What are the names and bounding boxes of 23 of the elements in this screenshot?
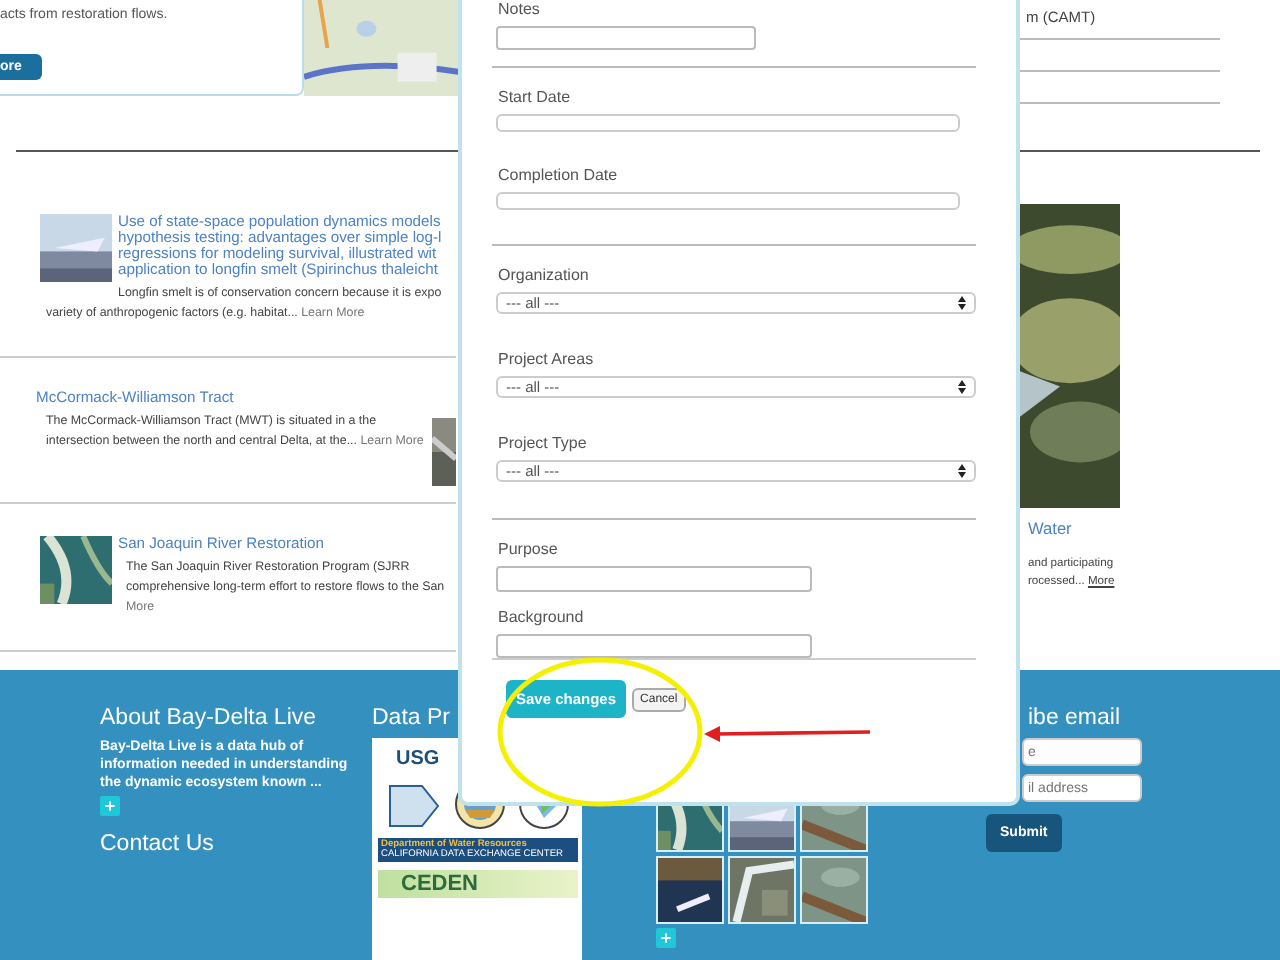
article-title[interactable]: Water xyxy=(1028,520,1280,536)
field-label: Background xyxy=(498,607,586,626)
select-arrows-icon xyxy=(958,296,966,311)
field-label: Purpose xyxy=(498,540,560,559)
section-heading: About Bay-Delta Live xyxy=(100,706,319,730)
date-field[interactable] xyxy=(496,113,960,133)
text-area[interactable] xyxy=(496,633,812,659)
section-heading: ibe email xyxy=(1028,706,1123,730)
field-label: Organization xyxy=(498,266,591,285)
section-heading: Data Pr xyxy=(372,706,452,730)
field-label: Notes xyxy=(498,0,542,18)
logo-text: CEDEN xyxy=(377,870,577,898)
text-area[interactable] xyxy=(496,566,812,592)
section-heading: Contact Us xyxy=(100,832,216,856)
select-arrows-icon xyxy=(958,380,966,395)
select-arrows-icon xyxy=(958,464,966,479)
text-area[interactable] xyxy=(496,26,756,50)
field-label: Start Date xyxy=(498,87,573,106)
field-label: Project Areas xyxy=(498,350,596,369)
field-label: Completion Date xyxy=(498,166,620,185)
logo-text: USG xyxy=(396,748,440,770)
date-field[interactable] xyxy=(496,192,960,211)
field-label: Project Type xyxy=(498,434,589,453)
